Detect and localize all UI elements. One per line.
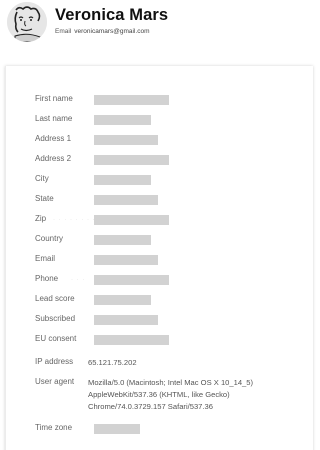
field-time-zone: Time zone: [35, 423, 295, 435]
redacted-value: [94, 424, 140, 434]
field-state: State: [35, 194, 295, 206]
field-label: Address 2: [35, 154, 72, 163]
field-label: Email: [35, 254, 56, 263]
field-first-name: First name: [35, 94, 295, 106]
user-agent-line: Chrome/74.0.3729.157 Safari/537.36: [88, 402, 213, 411]
field-address1: Address 1: [35, 134, 295, 146]
field-label: Phone: [35, 274, 59, 283]
field-lead-score: Lead score: [35, 294, 295, 306]
field-last-name: Last name: [35, 114, 295, 126]
field-label: Lead score: [35, 294, 75, 303]
user-agent-line: AppleWebKit/537.36 (KHTML, like Gecko): [88, 390, 230, 399]
field-eu-consent: EU consent: [35, 334, 295, 346]
redacted-value: [94, 295, 151, 305]
field-label: Time zone: [35, 423, 73, 432]
field-label: Zip: [35, 214, 47, 223]
redacted-value: [94, 335, 169, 345]
field-zip: Zip · · · · · · · ·: [35, 214, 295, 226]
field-city: City: [35, 174, 295, 186]
redacted-value: [94, 95, 169, 105]
redacted-value: [94, 115, 151, 125]
field-email: Email: [35, 254, 295, 266]
profile-name: Veronica Mars: [55, 6, 169, 24]
redacted-value: [94, 215, 169, 225]
field-label: City: [35, 174, 49, 183]
avatar-icon: [7, 2, 47, 42]
redacted-value: [94, 135, 158, 145]
faint-dots: · · ·: [71, 277, 86, 283]
redacted-value: [94, 315, 158, 325]
field-label: EU consent: [35, 334, 77, 343]
redacted-value: [94, 275, 169, 285]
field-ip-address: IP address 65.121.75.202: [35, 357, 295, 369]
field-label: Last name: [35, 114, 73, 123]
redacted-value: [94, 175, 151, 185]
redacted-value: [94, 155, 169, 165]
field-label: Country: [35, 234, 64, 243]
profile-header: Veronica Mars Email veronicamars@gmail.co…: [0, 0, 316, 52]
field-label: IP address: [35, 357, 74, 366]
redacted-value: [94, 255, 158, 265]
field-phone: Phone · · ·: [35, 274, 295, 286]
redacted-value: [94, 195, 158, 205]
field-label: User agent: [35, 377, 75, 386]
field-label: Subscribed: [35, 314, 76, 323]
profile-email-line: Email veronicamars@gmail.com: [55, 28, 150, 35]
user-agent-line: Mozilla/5.0 (Macintosh; Intel Mac OS X 1…: [88, 378, 254, 387]
redacted-value: [94, 235, 151, 245]
field-label: Address 1: [35, 134, 72, 143]
field-subscribed: Subscribed: [35, 314, 295, 326]
field-address2: Address 2: [35, 154, 295, 166]
field-label: State: [35, 194, 54, 203]
email-value[interactable]: veronicamars@gmail.com: [74, 28, 149, 35]
email-label: Email: [55, 28, 72, 35]
field-user-agent: User agent Mozilla/5.0 (Macintosh; Intel…: [35, 377, 295, 413]
field-label: First name: [35, 94, 73, 103]
ip-address-value: 65.121.75.202: [88, 358, 137, 367]
faint-dots: · · · · · · · ·: [53, 217, 96, 223]
field-country: Country: [35, 234, 295, 246]
